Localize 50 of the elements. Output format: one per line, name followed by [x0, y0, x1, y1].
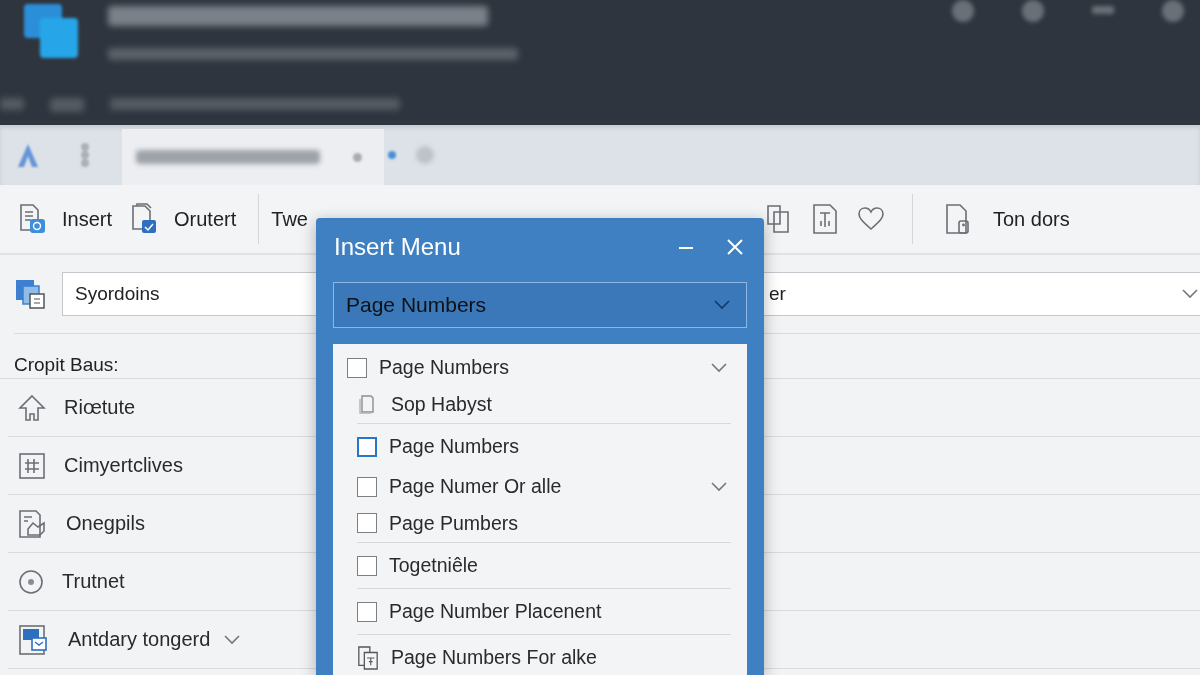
pages-icon [357, 643, 379, 672]
copy-icon[interactable] [766, 204, 792, 234]
chevron-icon[interactable] [224, 634, 241, 645]
blurred-menu-drawing [0, 98, 24, 110]
house-icon [18, 393, 46, 422]
list-item[interactable]: Onegpils [8, 508, 145, 539]
blurred-menu-drawing [50, 98, 84, 112]
checkbox[interactable] [357, 555, 377, 576]
grid-icon [18, 451, 46, 480]
chevron-icon[interactable] [1182, 289, 1198, 299]
checkbox[interactable] [357, 601, 377, 622]
menu-item[interactable]: Page Numbers For alke [357, 635, 731, 675]
menu-item[interactable]: Togetniêle [357, 543, 731, 589]
document-icon [18, 203, 48, 235]
dropdown[interactable]: Page Numbers [333, 282, 747, 328]
section-label: Cropit Baus: [14, 354, 119, 376]
toolbar-button[interactable]: Insert [14, 199, 117, 239]
menu-item[interactable]: Page Pumbers [357, 504, 731, 543]
list-item[interactable]: Antdary tongerd [8, 623, 241, 656]
circle-icon [18, 568, 44, 595]
checkbox[interactable] [357, 513, 377, 533]
menu-item[interactable]: Page Number Placenent [357, 589, 731, 635]
chevron-icon[interactable] [711, 362, 727, 373]
checkbox[interactable] [357, 476, 377, 497]
toolbar-button[interactable]: Twe [267, 203, 312, 235]
checkbox[interactable] [347, 357, 367, 378]
toolbar-button[interactable]: Orutert [126, 199, 241, 239]
stack-icon[interactable] [14, 278, 48, 310]
list-item[interactable]: Riœtute [8, 393, 136, 422]
menu-item[interactable]: Page Numbers [347, 350, 731, 385]
dialog-title: Insert Menu [334, 233, 461, 261]
list-item[interactable]: Cimyertclives [8, 451, 183, 480]
list-item[interactable]: Trutnet [8, 568, 125, 595]
chevron-icon[interactable] [711, 481, 727, 492]
circle-icon[interactable] [1022, 0, 1044, 22]
document-icon [945, 203, 971, 235]
dot-icon [388, 151, 396, 159]
document-icon [18, 623, 50, 656]
document-tab[interactable] [122, 129, 384, 185]
menu-item[interactable]: Page Numer Or alle [357, 469, 731, 504]
logo-icon[interactable] [16, 142, 40, 168]
toolbar-button[interactable]: Ton dors [941, 199, 1074, 239]
chevron-icon[interactable] [714, 300, 730, 310]
document-icon[interactable] [812, 203, 838, 235]
menu-item[interactable]: Page Numbers [357, 424, 731, 469]
circle-icon[interactable] [952, 0, 974, 22]
heart-icon[interactable] [858, 207, 884, 231]
document-icon [18, 508, 48, 539]
menu-item[interactable]: Sop Habyst [357, 385, 731, 424]
checkbox[interactable] [357, 436, 377, 457]
